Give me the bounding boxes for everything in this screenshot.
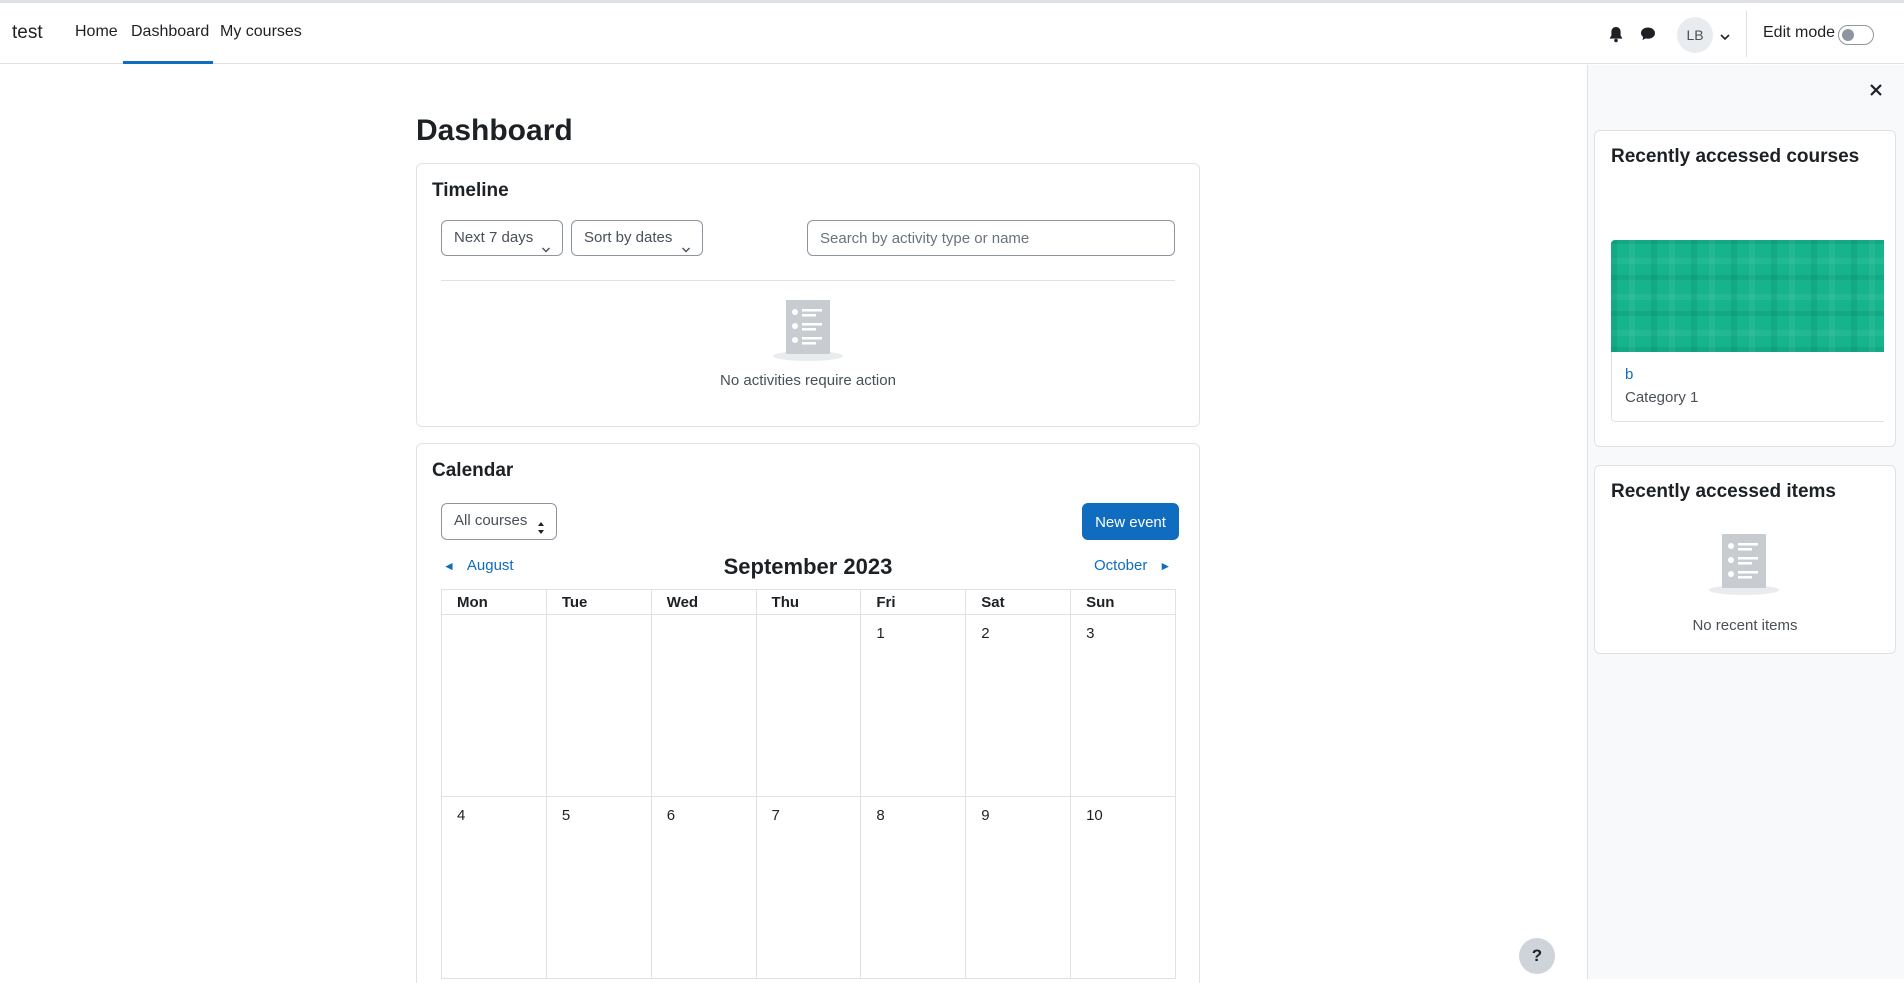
prev-month-label: August [466,557,514,574]
edit-mode-toggle[interactable] [1838,25,1874,45]
weekday-header-row: Mon Tue Wed Thu Fri Sat Sun [441,589,1176,615]
recent-courses-title: Recently accessed courses [1611,146,1860,167]
nav-dashboard[interactable]: Dashboard [131,23,209,41]
new-event-button[interactable]: New event [1082,503,1179,540]
calendar-day-cell[interactable]: 4 [441,796,547,979]
course-name-link[interactable]: b [1625,366,1633,383]
recent-items-empty-text: No recent items [1692,617,1798,634]
timeline-search-input[interactable] [807,220,1175,256]
timeline-empty-text: No activities require action [720,372,896,389]
timeline-sort-select[interactable]: Sort by dates [571,220,703,256]
weekday-sat: Sat [965,589,1072,615]
timeline-title: Timeline [432,180,509,201]
timeline-divider [441,280,1175,281]
navbar-divider [1746,11,1747,57]
calendar-course-select[interactable]: All courses [441,503,557,540]
calendar-day-cell[interactable]: 2 [965,614,1072,797]
top-navbar: test Home Dashboard My courses LB Edit m… [0,3,1904,64]
active-nav-indicator [123,61,213,64]
calendar-day-cell[interactable]: 10 [1070,796,1176,979]
calendar-grid: Mon Tue Wed Thu Fri Sat Sun 1 2 3 4 5 6 … [441,589,1176,979]
next-month-label: October [1094,557,1148,574]
prev-month-link[interactable]: ◄ August [443,557,514,574]
calendar-day-cell[interactable] [650,614,757,797]
calendar-day-cell[interactable]: 1 [860,614,967,797]
weekday-thu: Thu [755,589,862,615]
site-name[interactable]: test [12,22,43,44]
weekday-wed: Wed [650,589,757,615]
calendar-day-cell[interactable]: 5 [545,796,652,979]
course-category: Category 1 [1625,389,1699,406]
calendar-day-cell[interactable]: 9 [965,796,1072,979]
weekday-tue: Tue [545,589,652,615]
weekday-fri: Fri [860,589,967,615]
timeline-sort-label: Sort by dates [584,229,673,246]
calendar-day-cell[interactable]: 7 [755,796,862,979]
next-arrow-icon: ► [1159,559,1172,573]
calendar-course-select-label: All courses [454,512,528,529]
empty-activities-icon [772,298,844,366]
messages-chat-icon[interactable] [1637,23,1659,45]
close-drawer-icon[interactable] [1866,80,1886,100]
calendar-day-cell[interactable]: 3 [1070,614,1176,797]
nav-my-courses[interactable]: My courses [220,23,302,41]
empty-items-icon [1708,532,1780,600]
help-button[interactable]: ? [1519,938,1555,974]
prev-arrow-icon: ◄ [443,559,455,573]
user-menu-chevron-down-icon[interactable] [1719,29,1731,46]
edit-mode-label: Edit mode [1763,24,1836,41]
weekday-sun: Sun [1070,589,1176,615]
calendar-day-cell[interactable] [441,614,547,797]
calendar-week-row: 4 5 6 7 8 9 10 [441,796,1176,979]
weekday-mon: Mon [441,589,547,615]
chevron-down-icon [541,233,551,267]
recent-items-title: Recently accessed items [1611,481,1836,502]
nav-home[interactable]: Home [75,23,118,41]
calendar-week-row: 1 2 3 [441,614,1176,797]
calendar-day-cell[interactable] [545,614,652,797]
chevron-down-icon [681,233,691,267]
current-month-title: September 2023 [723,554,893,579]
calendar-title: Calendar [432,460,514,481]
page-title: Dashboard [416,114,573,147]
timeline-day-filter-label: Next 7 days [454,229,534,246]
next-month-link[interactable]: October ► [1094,557,1171,574]
notifications-bell-icon[interactable] [1605,23,1627,45]
course-image[interactable] [1611,240,1884,352]
edit-mode-toggle-knob [1842,29,1854,41]
sort-arrows-icon [537,514,545,548]
calendar-day-cell[interactable]: 8 [860,796,967,979]
user-avatar[interactable]: LB [1677,17,1713,53]
calendar-day-cell[interactable]: 6 [650,796,757,979]
timeline-day-filter[interactable]: Next 7 days [441,220,563,256]
calendar-day-cell[interactable] [755,614,862,797]
